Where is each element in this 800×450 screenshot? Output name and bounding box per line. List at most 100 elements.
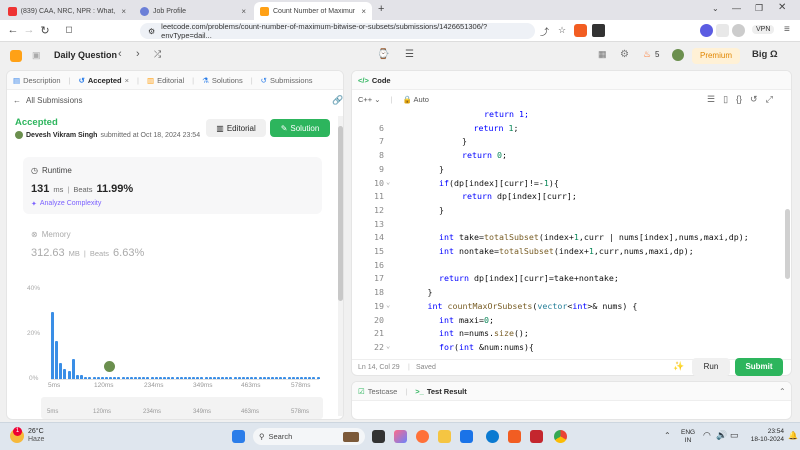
code-line[interactable]: 9}: [352, 164, 791, 178]
tray-expand-icon[interactable]: ⌃: [664, 431, 671, 440]
close-icon[interactable]: ×: [121, 7, 126, 16]
tab-description[interactable]: ▤ Description: [13, 76, 61, 85]
chart-range-slider[interactable]: 5ms 120ms 234ms 349ms 463ms 578ms: [41, 397, 323, 419]
distribution-bar[interactable]: [175, 376, 179, 379]
panel-icon[interactable]: ▣: [32, 50, 41, 61]
distribution-bar[interactable]: [71, 358, 75, 379]
distribution-bar[interactable]: [92, 376, 96, 379]
distribution-bar[interactable]: [304, 376, 308, 379]
distribution-bar[interactable]: [142, 376, 146, 379]
rewards-icon[interactable]: [592, 24, 605, 37]
distribution-bar[interactable]: [200, 376, 204, 379]
distribution-bar[interactable]: [246, 376, 250, 379]
distribution-bar[interactable]: [104, 376, 108, 379]
distribution-bar[interactable]: [121, 376, 125, 379]
run-button[interactable]: Run: [692, 358, 730, 376]
ai-assist-icon[interactable]: ✨: [673, 361, 684, 372]
code-line[interactable]: 19 ⌄ int countMaxOrSubsets(vector<int>& nu…: [352, 301, 791, 315]
browser-tab-1[interactable]: (839) CAA, NRC, NPR : What, Why A ×: [2, 2, 132, 20]
distribution-bar[interactable]: [84, 376, 88, 379]
code-line[interactable]: 13: [352, 219, 791, 233]
notes-icon[interactable]: ☰: [405, 49, 414, 60]
runtime-card[interactable]: ◷ Runtime 131 ms | Beats 11.99% ✦ Analyze …: [23, 157, 322, 214]
distribution-bar[interactable]: [158, 376, 162, 379]
tab-accepted[interactable]: ↺ Accepted ×: [79, 76, 129, 85]
distribution-bar[interactable]: [63, 368, 67, 379]
taskbar-search[interactable]: ⚲ Search: [253, 428, 365, 445]
premium-button[interactable]: Premium: [692, 48, 740, 64]
fold-icon[interactable]: ⌄: [386, 301, 390, 309]
scrollbar-thumb[interactable]: [785, 209, 790, 279]
distribution-bar[interactable]: [55, 340, 59, 379]
distribution-bar[interactable]: [88, 376, 92, 379]
tab-code[interactable]: </> Code: [358, 76, 391, 85]
distribution-bar[interactable]: [138, 376, 142, 379]
distribution-bar[interactable]: [262, 376, 266, 379]
distribution-bar[interactable]: [275, 376, 279, 379]
code-line[interactable]: 17 return dp[index][curr]=take+nontake;: [352, 273, 791, 287]
bookmark-icon[interactable]: ▯: [723, 94, 728, 105]
menu-icon[interactable]: ≡: [784, 24, 790, 35]
distribution-bar[interactable]: [287, 376, 291, 379]
distribution-bar[interactable]: [196, 376, 200, 379]
editor-scrollbar[interactable]: [785, 109, 790, 355]
distribution-bar[interactable]: [312, 376, 316, 379]
distribution-bar[interactable]: [308, 376, 312, 379]
close-icon[interactable]: ×: [361, 7, 366, 16]
tab-submissions[interactable]: ↺ Submissions: [261, 76, 313, 85]
windows-start-icon[interactable]: [232, 430, 245, 443]
distribution-bar[interactable]: [129, 376, 133, 379]
language-select[interactable]: C++ ⌄: [358, 95, 381, 104]
code-line[interactable]: 22 ⌄ for(int &num:nums){: [352, 342, 791, 356]
distribution-bar[interactable]: [150, 376, 154, 379]
distribution-bar[interactable]: [125, 376, 129, 379]
avatar[interactable]: [15, 131, 23, 139]
tab-testcase[interactable]: ☑ Testcase: [358, 387, 397, 396]
daily-question-link[interactable]: Daily Question: [54, 50, 117, 60]
code-line[interactable]: 14 int take=totalSubset(index+1,curr | nu…: [352, 232, 791, 246]
weather-widget[interactable]: 26°C Haze: [28, 428, 44, 444]
distribution-bar[interactable]: [109, 376, 113, 379]
firefox-icon[interactable]: [416, 430, 429, 443]
distribution-bar[interactable]: [283, 376, 287, 379]
braces-icon[interactable]: {}: [736, 94, 742, 105]
code-line[interactable]: 20 int maxi=0;: [352, 315, 791, 329]
bookmark-icon[interactable]: ◻: [62, 24, 76, 35]
distribution-bar[interactable]: [250, 376, 254, 379]
code-line[interactable]: 11 return dp[index][curr];: [352, 191, 791, 205]
distribution-bar[interactable]: [204, 376, 208, 379]
distribution-bar[interactable]: [59, 362, 63, 379]
author-name[interactable]: Devesh Vikram Singh: [26, 132, 97, 139]
edge-icon[interactable]: [486, 430, 499, 443]
code-line[interactable]: 6 return 1;: [352, 123, 791, 137]
extensions-icon[interactable]: [700, 24, 713, 37]
notifications-icon[interactable]: 🔔: [788, 431, 798, 440]
distribution-bar[interactable]: [291, 376, 295, 379]
shuffle-icon[interactable]: ⤮: [154, 49, 161, 60]
distribution-bar[interactable]: [154, 376, 158, 379]
distribution-bar[interactable]: [100, 376, 104, 379]
collapse-icon[interactable]: ⌃: [779, 387, 786, 396]
distribution-bar[interactable]: [233, 376, 237, 379]
distribution-bar[interactable]: [254, 376, 258, 379]
distribution-bar[interactable]: [217, 376, 220, 379]
task-view-icon[interactable]: [372, 430, 385, 443]
brave-icon[interactable]: [508, 430, 521, 443]
debug-icon[interactable]: ⌚: [377, 49, 389, 60]
distribution-bar[interactable]: [167, 376, 171, 379]
distribution-bar[interactable]: [163, 376, 167, 379]
distribution-bar[interactable]: [113, 376, 117, 379]
distribution-bar[interactable]: [187, 376, 191, 379]
memory-stats[interactable]: 312.63 MB | Beats 6.63%: [31, 247, 144, 259]
distribution-bar[interactable]: [212, 376, 216, 379]
distribution-bar[interactable]: [237, 376, 241, 379]
distribution-bar[interactable]: [279, 376, 283, 379]
submit-button[interactable]: Submit: [735, 358, 783, 376]
layout-icon[interactable]: ▦: [598, 49, 607, 60]
minimize-icon[interactable]: —: [732, 3, 741, 13]
reset-icon[interactable]: ↺: [750, 94, 758, 105]
big-omega-button[interactable]: Big Ω: [752, 49, 778, 60]
tab-solutions[interactable]: ⚗ Solutions: [202, 76, 243, 85]
tab-editorial[interactable]: ▥ Editorial: [147, 76, 184, 85]
battery-icon[interactable]: ▭: [730, 430, 739, 441]
